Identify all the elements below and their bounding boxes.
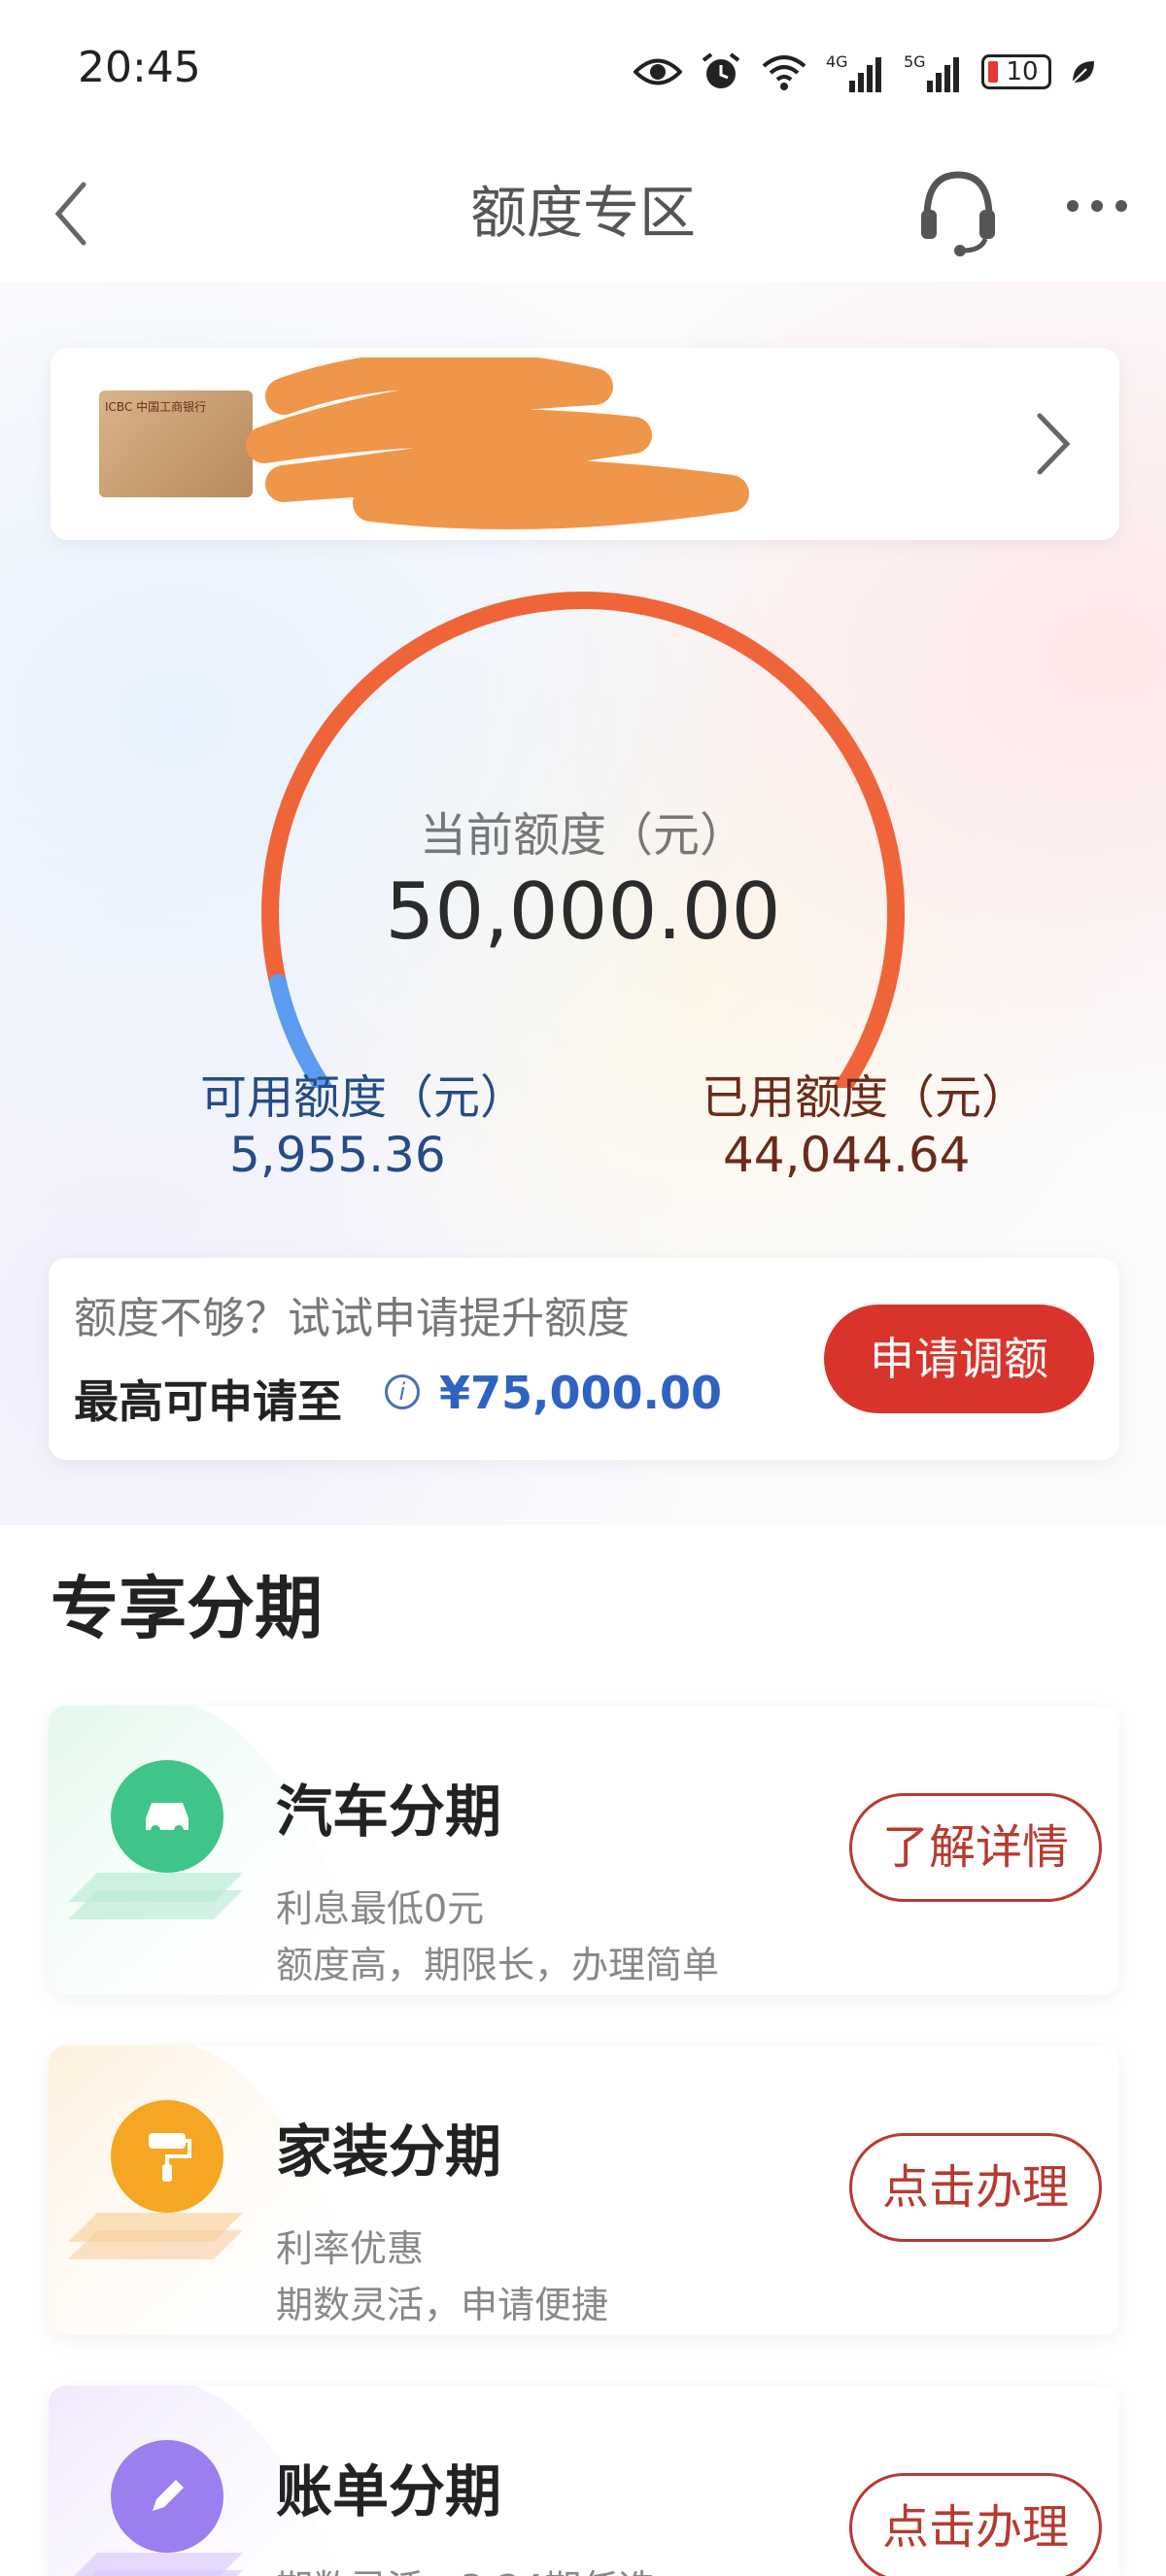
- more-icon[interactable]: [1063, 196, 1131, 216]
- offer-title: 账单分期: [276, 2458, 502, 2525]
- offer-card-car[interactable]: 汽车分期 利息最低0元 额度高，期限长，办理简单 了解详情: [49, 1706, 1119, 1995]
- offer-description: 期数灵活，申请便捷: [276, 2284, 609, 2326]
- redaction-scribble: [246, 357, 749, 529]
- signal-5g-icon: 5G: [904, 52, 959, 92]
- apply-adjust-button[interactable]: 申请调额: [824, 1305, 1094, 1413]
- boost-max-amount: ¥75,000.00: [439, 1367, 723, 1419]
- paint-roller-icon: [111, 2100, 223, 2213]
- battery-level: 10: [1006, 57, 1039, 86]
- available-limit-value: 5,955.36: [229, 1127, 446, 1183]
- chevron-right-icon: [1037, 413, 1071, 475]
- offer-title: 汽车分期: [276, 1779, 502, 1845]
- svg-text:5G: 5G: [904, 52, 926, 71]
- used-limit-label: 已用额度（元）: [702, 1070, 1029, 1125]
- info-icon[interactable]: i: [385, 1374, 420, 1409]
- offer-description: 额度高，期限长，办理简单: [276, 1944, 720, 1986]
- card-selector[interactable]: ICBC 中国工商银行: [51, 348, 1119, 540]
- eye-icon: [634, 58, 682, 85]
- status-time: 20:45: [78, 43, 201, 92]
- icon-platform: [68, 1873, 243, 1919]
- leaf-icon: [1072, 61, 1094, 84]
- learn-more-button[interactable]: 了解详情: [849, 1793, 1102, 1902]
- offer-subtitle: 利息最低0元: [276, 1887, 485, 1930]
- car-icon: [111, 1760, 223, 1873]
- offer-subtitle: 利率优惠: [276, 2227, 425, 2270]
- offer-card-home[interactable]: 家装分期 利率优惠 期数灵活，申请便捷 点击办理: [49, 2046, 1119, 2335]
- available-limit-label: 可用额度（元）: [200, 1070, 528, 1125]
- apply-now-button[interactable]: 点击办理: [849, 2473, 1102, 2576]
- apply-now-button[interactable]: 点击办理: [849, 2133, 1102, 2242]
- limit-boost-card: 额度不够？试试申请提升额度 最高可申请至 i ¥75,000.00 申请调额: [49, 1258, 1119, 1460]
- current-limit-label: 当前额度（元）: [419, 808, 746, 863]
- signal-4g-icon: 4G: [826, 52, 881, 92]
- current-limit-value: 50,000.00: [385, 866, 781, 957]
- headset-icon[interactable]: [917, 165, 999, 258]
- status-bar: 20:45 4G 5G 10: [0, 0, 1166, 146]
- icon-platform: [68, 2213, 243, 2259]
- nav-bar: 额度专区: [0, 146, 1166, 284]
- offer-subtitle: 期数灵活，3-24期任选: [276, 2559, 655, 2576]
- wifi-icon: [762, 55, 806, 90]
- offer-title: 家装分期: [276, 2118, 502, 2185]
- boost-max-label: 最高可申请至: [74, 1375, 342, 1428]
- bank-logo: ICBC 中国工商银行: [105, 400, 207, 414]
- section-title: 专享分期: [51, 1569, 323, 1648]
- boost-hint: 额度不够？试试申请提升额度: [74, 1294, 630, 1343]
- offer-card-bill[interactable]: 账单分期 期数灵活，3-24期任选 点击办理: [49, 2386, 1119, 2576]
- svg-text:4G: 4G: [826, 52, 848, 71]
- pencil-icon: [111, 2440, 223, 2553]
- used-limit-value: 44,044.64: [723, 1127, 971, 1183]
- alarm-icon: [702, 52, 740, 88]
- status-icons: 4G 5G 10: [634, 45, 1098, 99]
- battery-icon: 10: [981, 54, 1051, 89]
